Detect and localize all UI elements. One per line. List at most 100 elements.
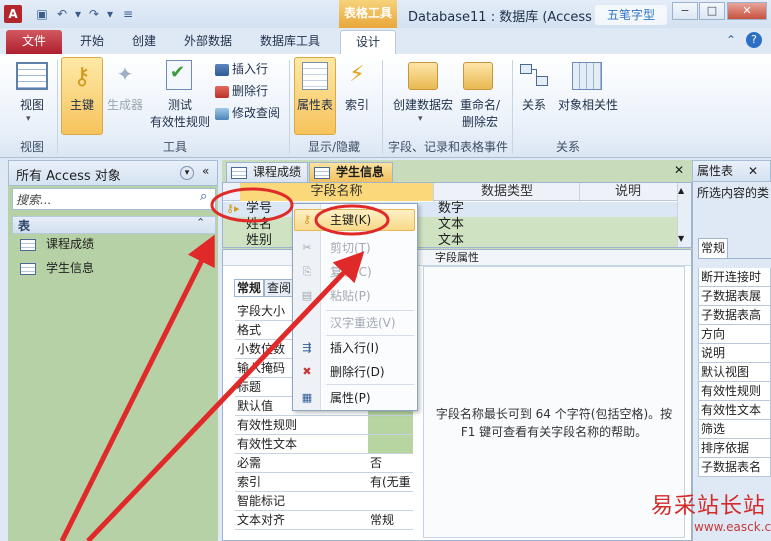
collapse-ribbon-icon[interactable]: ⌃	[726, 33, 736, 47]
menu-item-cut[interactable]: 剪切(T)	[330, 238, 371, 258]
property-sheet-row[interactable]: 方向	[698, 325, 771, 344]
close-document-icon[interactable]: ✕	[674, 163, 684, 177]
field-name-cell[interactable]: 姓名	[246, 217, 272, 232]
property-sheet-tab-general[interactable]: 常规	[698, 238, 728, 258]
paste-icon: ▤	[301, 289, 313, 302]
property-row[interactable]: 有效性文本	[235, 435, 413, 454]
field-name-cell[interactable]: 姓别	[246, 233, 272, 245]
column-header-field-name[interactable]: 字段名称	[240, 183, 433, 201]
section-collapse-icon[interactable]: ⌃	[196, 216, 205, 229]
tab-file[interactable]: 文件	[6, 30, 62, 54]
tab-design[interactable]: 设计	[340, 30, 396, 54]
view-icon[interactable]	[16, 62, 48, 90]
key-icon: ⚷	[73, 62, 91, 90]
object-dependencies-button[interactable]: 对象相关性	[556, 96, 620, 113]
rename-macro-label-1[interactable]: 重命名/	[455, 96, 505, 113]
nav-pane-title[interactable]: 所有 Access 对象	[16, 165, 121, 184]
property-row[interactable]: 索引 有(无重	[235, 473, 413, 492]
view-dropdown-icon[interactable]: ▾	[26, 114, 31, 124]
property-value[interactable]: 有(无重	[368, 473, 413, 491]
property-sheet-row[interactable]: 有效性文本	[698, 401, 771, 420]
rename-macro-label-2[interactable]: 删除宏	[455, 113, 505, 130]
property-value[interactable]	[368, 435, 413, 453]
cut-icon: ✂	[302, 241, 312, 254]
close-button[interactable]: ✕	[727, 2, 767, 20]
property-row[interactable]: 文本对齐 常规	[235, 511, 413, 530]
property-value[interactable]	[368, 416, 413, 434]
delete-rows-label: 删除行	[232, 84, 269, 98]
undo-dropdown-icon[interactable]: ▾	[70, 6, 86, 22]
scroll-down-icon[interactable]: ▼	[678, 234, 684, 243]
view-button-label[interactable]: 视图	[14, 96, 50, 113]
insert-rows-button[interactable]: 插入行	[215, 60, 268, 77]
menu-item-reconvert[interactable]: 汉字重选(V)	[330, 313, 396, 333]
doc-tab-student-info[interactable]: 学生信息	[309, 162, 393, 182]
customize-toolbar-icon[interactable]: ≡	[120, 6, 136, 22]
watermark-brand: 易采站长站	[651, 494, 767, 519]
property-sheet-row[interactable]: 子数据表高	[698, 306, 771, 325]
data-type-cell[interactable]: 文本	[438, 233, 464, 245]
property-value[interactable]: 否	[368, 454, 413, 472]
property-sheet-row[interactable]: 排序依据	[698, 439, 771, 458]
indexes-button[interactable]: 索引	[340, 96, 374, 113]
menu-item-delete-rows[interactable]: 删除行(D)	[330, 362, 385, 382]
property-sheet-row[interactable]: 子数据表展	[698, 287, 771, 306]
help-button[interactable]: ?	[746, 32, 762, 48]
menu-item-copy[interactable]: 复制(C)	[330, 262, 372, 282]
property-sheet-row[interactable]: 筛选	[698, 420, 771, 439]
property-row[interactable]: 必需 否	[235, 454, 413, 473]
properties-icon: ▦	[301, 391, 313, 404]
column-header-data-type[interactable]: 数据类型	[434, 183, 580, 201]
property-sheet-row[interactable]: 子数据表名	[698, 458, 771, 477]
nav-section-tables[interactable]	[12, 216, 216, 234]
property-sheet-row[interactable]: 说明	[698, 344, 771, 363]
save-icon[interactable]: ▣	[34, 6, 50, 22]
modify-lookups-button[interactable]: 修改查阅	[215, 104, 280, 121]
property-sheet-row[interactable]: 断开连接时	[698, 268, 771, 287]
doc-tab-course-grades[interactable]: 课程成绩	[226, 162, 308, 182]
create-data-macros-button[interactable]: 创建数据宏	[390, 96, 456, 113]
property-row[interactable]: 有效性规则	[235, 416, 413, 435]
macros-dropdown-icon[interactable]: ▾	[418, 114, 423, 124]
property-sheet-row[interactable]: 有效性规则	[698, 382, 771, 401]
property-label: 有效性文本	[237, 437, 298, 451]
property-row[interactable]: 智能标记	[235, 492, 413, 511]
builder-button[interactable]: 生成器	[104, 96, 146, 113]
menu-item-insert-rows[interactable]: 插入行(I)	[330, 338, 379, 358]
close-property-sheet-icon[interactable]: ✕	[748, 164, 758, 178]
minimize-button[interactable]: −	[672, 2, 698, 20]
property-value[interactable]: 常规	[368, 511, 413, 529]
menu-item-primary-key[interactable]: 主键(K)	[330, 210, 371, 230]
relationships-button[interactable]: 关系	[516, 96, 552, 113]
tab-database-tools[interactable]: 数据库工具	[252, 30, 328, 54]
field-name-cell[interactable]: 学号	[246, 201, 272, 216]
nav-item-student-info[interactable]: 学生信息	[20, 257, 94, 279]
restore-button[interactable]: □	[699, 2, 725, 20]
tab-lookup[interactable]: 查阅	[264, 279, 295, 297]
property-value[interactable]	[368, 492, 413, 510]
redo-icon[interactable]: ↷	[86, 6, 102, 22]
search-icon[interactable]: ⌕	[200, 189, 207, 204]
menu-item-properties[interactable]: 属性(P)	[330, 388, 371, 408]
nav-collapse-icon[interactable]: «	[202, 164, 209, 178]
menu-item-paste[interactable]: 粘贴(P)	[330, 286, 371, 306]
nav-search-input[interactable]: 搜索...	[16, 191, 51, 208]
undo-icon[interactable]: ↶	[54, 6, 70, 22]
redo-dropdown-icon[interactable]: ▾	[102, 6, 118, 22]
nav-dropdown-icon[interactable]: ▾	[180, 166, 194, 180]
tab-create[interactable]: 创建	[124, 30, 164, 54]
data-type-cell[interactable]: 数字	[438, 201, 464, 216]
scroll-up-icon[interactable]: ▲	[678, 186, 684, 195]
delete-rows-button[interactable]: 删除行	[215, 82, 268, 99]
tab-general[interactable]: 常规	[234, 279, 265, 297]
selection-type-label: 所选内容的类	[697, 186, 770, 200]
access-app-icon[interactable]: A	[4, 5, 22, 23]
nav-item-course-grades[interactable]: 课程成绩	[20, 233, 94, 255]
column-header-description[interactable]: 说明	[580, 183, 676, 201]
tab-home[interactable]: 开始	[72, 30, 112, 54]
tab-external-data[interactable]: 外部数据	[176, 30, 240, 54]
property-sheet-row[interactable]: 默认视图	[698, 363, 771, 382]
data-type-cell[interactable]: 文本	[438, 217, 464, 232]
test-rules-label-1[interactable]: 测试	[160, 96, 200, 113]
test-rules-label-2[interactable]: 有效性规则	[148, 113, 212, 130]
